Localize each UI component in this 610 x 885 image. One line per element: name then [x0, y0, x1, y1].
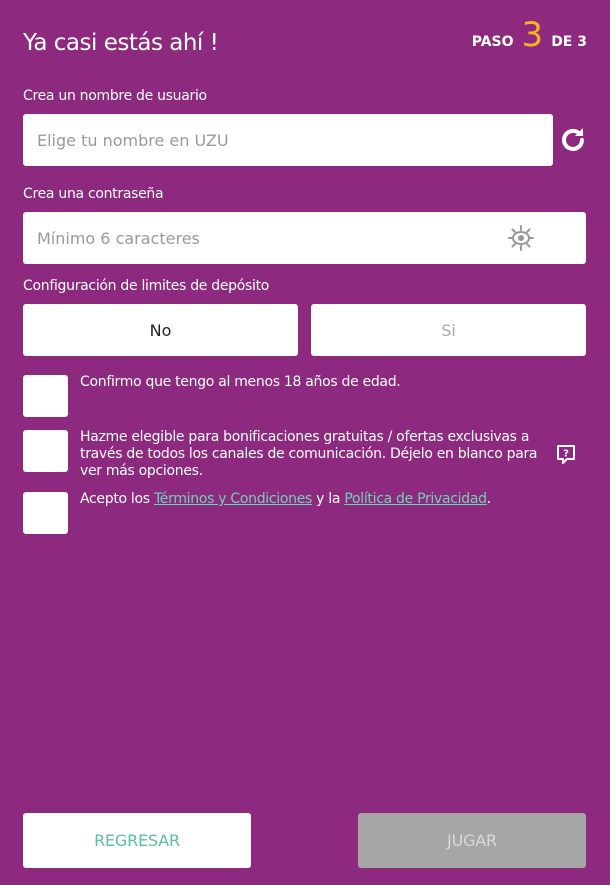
help-icon[interactable]: ? — [556, 444, 576, 465]
bonus-line-1: Hazme elegible para bonificaciones gratu… — [80, 429, 530, 445]
terms-checkbox-label: Acepto los Términos y Condiciones y la P… — [80, 491, 491, 508]
svg-text:?: ? — [563, 449, 569, 460]
deposit-option-no[interactable]: No — [23, 304, 298, 356]
privacy-link[interactable]: Política de Privacidad — [344, 491, 487, 507]
terms-prefix: Acepto los — [80, 491, 154, 507]
terms-suffix: . — [486, 491, 491, 507]
play-button[interactable]: JUGAR — [358, 813, 586, 868]
bonus-line-3: ver más opciones. — [80, 463, 203, 479]
step-indicator: PASO 3 DE 3 — [472, 18, 587, 52]
terms-middle: y la — [312, 491, 345, 507]
bonus-checkbox-label: Hazme elegible para bonificaciones gratu… — [80, 429, 538, 480]
page-title: Ya casi estás ahí ! — [23, 30, 219, 56]
step-suffix: DE 3 — [551, 34, 587, 50]
username-input[interactable] — [23, 114, 553, 166]
bonus-line-2: través de todos los canales de comunicac… — [80, 446, 538, 462]
bonus-checkbox[interactable] — [23, 430, 68, 472]
step-prefix: PASO — [471, 34, 514, 50]
eye-icon[interactable] — [507, 224, 535, 252]
age-checkbox[interactable] — [23, 375, 68, 417]
username-label: Crea un nombre de usuario — [23, 88, 207, 104]
back-button[interactable]: REGRESAR — [23, 813, 251, 868]
step-number: 3 — [521, 15, 544, 55]
password-label: Crea una contraseña — [23, 186, 164, 202]
deposit-label: Configuración de limites de depósito — [23, 278, 270, 294]
terms-checkbox[interactable] — [23, 492, 68, 534]
deposit-option-si[interactable]: Si — [311, 304, 586, 356]
refresh-icon[interactable] — [557, 124, 589, 156]
password-input[interactable] — [23, 212, 586, 264]
terms-link[interactable]: Términos y Condiciones — [154, 491, 312, 507]
age-checkbox-label: Confirmo que tengo al menos 18 años de e… — [80, 374, 401, 390]
